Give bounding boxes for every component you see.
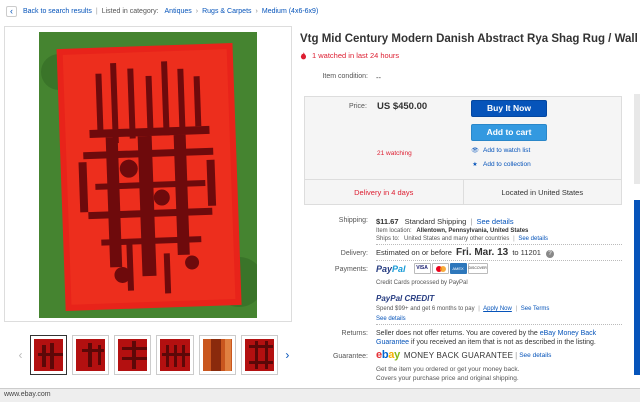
ships-to-see-details-link[interactable]: See details bbox=[518, 236, 548, 242]
price-label: Price: bbox=[349, 103, 367, 110]
returns-body: Seller does not offer returns. You are c… bbox=[376, 330, 538, 337]
chevron-right-icon[interactable]: › bbox=[283, 348, 292, 362]
guarantee-line-2: Covers your purchase price and original … bbox=[376, 375, 519, 382]
delivery-date: Fri. Mar. 13 bbox=[455, 247, 509, 258]
ebay-logo-icon: ebay bbox=[376, 349, 400, 361]
shipping-cost: $11.67 bbox=[376, 217, 399, 226]
discover-card-icon: DISCOVER bbox=[467, 263, 488, 274]
delivery-badge: Delivery in 4 days bbox=[305, 180, 464, 205]
delivery-row: Estimated on or before Fri. Mar. 13 to 1… bbox=[376, 247, 622, 261]
ships-to-row: Ships to: United States and many other c… bbox=[376, 236, 622, 245]
paypal-credit-logo-icon: PayPal CREDIT bbox=[376, 294, 435, 303]
watched-text: 1 watched in last 24 hours bbox=[312, 51, 400, 60]
info-icon[interactable]: ? bbox=[546, 250, 555, 258]
location-value: Allentown, Pennsylvania, United States bbox=[416, 228, 529, 234]
location-badge: Located in United States bbox=[501, 188, 584, 197]
eye-icon: 👁 bbox=[471, 148, 479, 154]
guarantee-row: ebay MONEY BACK GUARANTEE | See details bbox=[376, 349, 552, 361]
condition-value: -- bbox=[376, 73, 381, 82]
returns-body-2: if you received an item that is not as d… bbox=[411, 339, 596, 346]
delivery-zip: to 11201 bbox=[512, 248, 541, 257]
breadcrumb-medium[interactable]: Medium (4x6-6x9) bbox=[262, 8, 318, 15]
chevron-right-icon: › bbox=[195, 7, 199, 15]
thumbnail[interactable] bbox=[156, 335, 194, 375]
buy-box: Price: US $450.00 Buy It Now Add to cart… bbox=[304, 96, 622, 205]
paypal-credit-offer: Spend $99+ and get 6 months to pay | App… bbox=[376, 306, 550, 312]
see-terms-link[interactable]: See Terms bbox=[521, 306, 550, 312]
watching-count: 21 watching bbox=[377, 150, 412, 157]
listed-in-label: Listed in category: bbox=[101, 7, 159, 15]
payment-methods: PayPal VISA AMEX DISCOVER bbox=[376, 263, 489, 274]
sidebar-ad-edge bbox=[634, 200, 640, 375]
guarantee-see-details-link[interactable]: See details bbox=[519, 352, 551, 359]
add-collection-label: Add to collection bbox=[483, 161, 531, 168]
star-icon: ★ bbox=[472, 162, 478, 168]
apply-now-link[interactable]: Apply Now bbox=[483, 306, 512, 312]
mastercard-icon bbox=[431, 263, 449, 274]
item-title: Vtg Mid Century Modern Danish Abstract R… bbox=[300, 33, 640, 45]
shipping-see-details-link[interactable]: See details bbox=[476, 217, 513, 226]
add-to-watchlist-link[interactable]: 👁 Add to watch list bbox=[471, 147, 530, 154]
shipping-row: $11.67 Standard Shipping | See details bbox=[376, 217, 514, 226]
add-watch-label: Add to watch list bbox=[483, 147, 531, 154]
guarantee-label: Guarantee: bbox=[332, 353, 368, 360]
ships-to-value: United States and many other countries bbox=[404, 236, 510, 242]
rug-photo[interactable] bbox=[39, 32, 257, 318]
condition-label: Item condition: bbox=[322, 73, 368, 80]
main-image-panel[interactable] bbox=[4, 26, 292, 322]
payments-details-row: See details bbox=[376, 316, 622, 325]
payments-label: Payments: bbox=[334, 266, 368, 273]
location-label: Item location: bbox=[376, 228, 412, 234]
add-to-collection-link[interactable]: ★ Add to collection bbox=[471, 161, 531, 168]
thumbnail[interactable] bbox=[114, 335, 152, 375]
delivery-prefix: Estimated on or before bbox=[376, 248, 452, 257]
breadcrumb: ‹ Back to search results | Listed in cat… bbox=[0, 0, 640, 22]
returns-label: Returns: bbox=[341, 330, 368, 337]
buybox-badges: Delivery in 4 days Located in United Sta… bbox=[305, 179, 621, 205]
chevron-left-icon[interactable]: ‹ bbox=[16, 348, 25, 362]
mbg-text: MONEY BACK GUARANTEE bbox=[403, 350, 514, 360]
thumbnail[interactable] bbox=[72, 335, 110, 375]
item-location-row: Item location: Allentown, Pennsylvania, … bbox=[376, 228, 528, 234]
flame-icon bbox=[300, 51, 307, 59]
paypal-logo-icon: PayPal bbox=[376, 263, 406, 274]
credit-card-note: Credit Cards processed by PayPal bbox=[376, 280, 468, 286]
ships-to-label: Ships to: bbox=[376, 236, 400, 242]
back-arrow-icon[interactable]: ‹ bbox=[6, 5, 17, 17]
visa-card-icon: VISA bbox=[413, 263, 431, 274]
guarantee-line-1: Get the item you ordered or get your mon… bbox=[376, 366, 520, 373]
amex-card-icon: AMEX bbox=[449, 263, 467, 274]
back-to-search-link[interactable]: Back to search results bbox=[23, 8, 92, 15]
returns-text: Seller does not offer returns. You are c… bbox=[376, 329, 626, 347]
browser-status-bar: www.ebay.com bbox=[0, 388, 640, 402]
breadcrumb-rugs[interactable]: Rugs & Carpets bbox=[202, 8, 251, 15]
thumbnail-strip: ‹ › bbox=[16, 333, 292, 377]
separator: | bbox=[95, 7, 98, 15]
thumbnail[interactable] bbox=[198, 335, 236, 375]
thumbnail[interactable] bbox=[30, 335, 68, 375]
chevron-right-icon: › bbox=[255, 7, 258, 15]
price-value: US $450.00 bbox=[377, 101, 428, 112]
scroll-track bbox=[634, 94, 640, 184]
breadcrumb-antiques[interactable]: Antiques bbox=[165, 8, 192, 15]
delivery-label: Delivery: bbox=[340, 250, 368, 257]
buy-it-now-button[interactable]: Buy It Now bbox=[471, 100, 547, 117]
thumbnail[interactable] bbox=[240, 335, 278, 375]
credit-offer-text: Spend $99+ and get 6 months to pay bbox=[376, 306, 475, 312]
watched-notice: 1 watched in last 24 hours bbox=[300, 51, 399, 60]
shipping-method: Standard Shipping bbox=[404, 217, 467, 226]
payments-see-details-link[interactable]: See details bbox=[376, 316, 406, 322]
shipping-label: Shipping: bbox=[338, 217, 368, 224]
add-to-cart-button[interactable]: Add to cart bbox=[471, 124, 547, 141]
